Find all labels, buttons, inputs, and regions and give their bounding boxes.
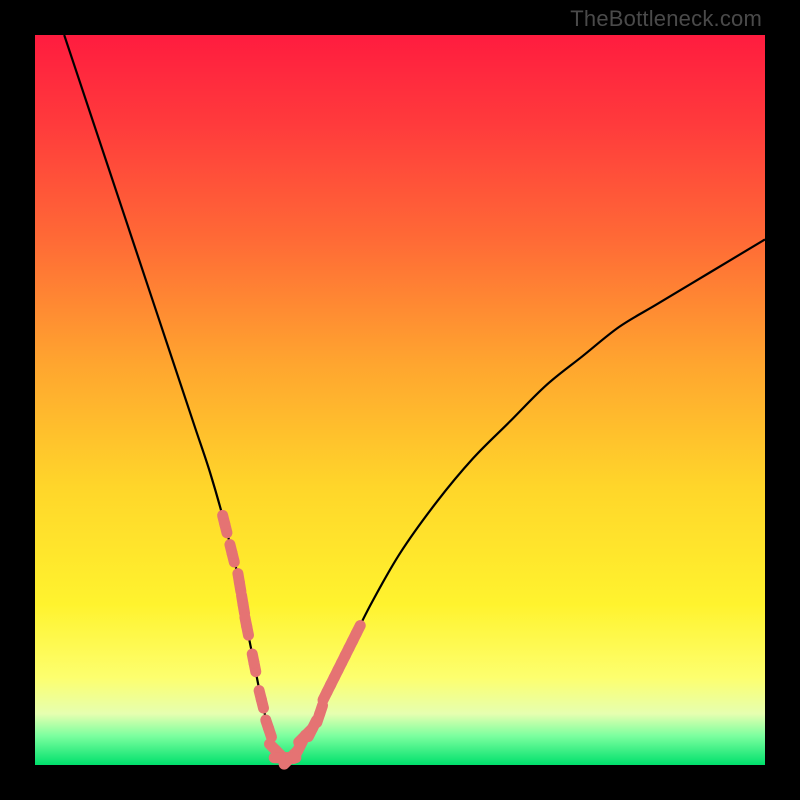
curve-series (64, 35, 765, 759)
marker-series (219, 515, 361, 764)
chart-frame: TheBottleneck.com (0, 0, 800, 800)
marker-dot (256, 694, 267, 705)
watermark-text: TheBottleneck.com (570, 6, 762, 32)
marker-dot (263, 723, 274, 734)
marker-dot (249, 657, 260, 668)
marker-dot (238, 599, 249, 610)
marker-dot (234, 577, 245, 588)
chart-svg (35, 35, 765, 765)
marker-dot (241, 621, 252, 632)
bottleneck-curve-path (64, 35, 765, 759)
marker-dot (227, 548, 238, 559)
marker-dot (351, 628, 362, 639)
marker-dot (219, 519, 230, 530)
marker-dot (314, 708, 325, 719)
